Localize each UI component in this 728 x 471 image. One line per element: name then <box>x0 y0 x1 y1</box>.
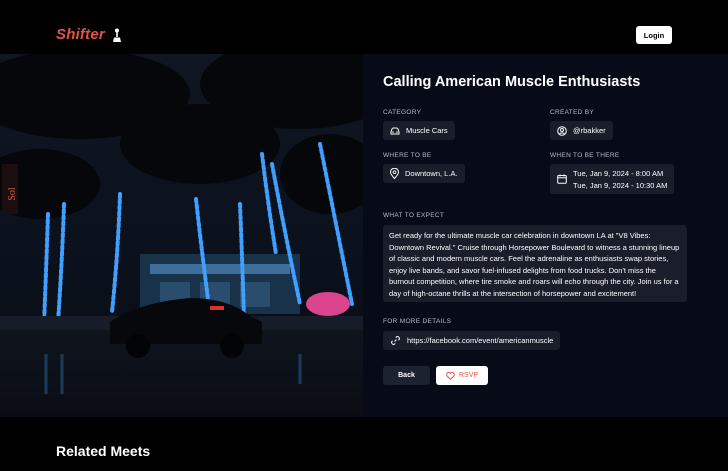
top-navbar: Shifter Login <box>0 0 728 54</box>
link-icon <box>391 336 400 345</box>
map-pin-icon <box>390 168 399 179</box>
back-button[interactable]: Back <box>383 366 430 385</box>
creator-chip[interactable]: @rbakker <box>550 121 613 140</box>
expect-label: WHAT TO EXPECT <box>383 212 445 219</box>
night-street-palm-trees-image: Sol <box>0 54 363 417</box>
login-button[interactable]: Login <box>636 26 672 44</box>
details-link-chip[interactable]: https://facebook.com/event/americanmuscl… <box>383 331 561 350</box>
event-title: Calling American Muscle Enthusiasts <box>383 74 641 90</box>
details-label: FOR MORE DETAILS <box>383 318 452 325</box>
heart-icon <box>446 371 455 380</box>
gear-shifter-icon <box>112 28 121 42</box>
created-by-label: CREATED BY <box>550 109 595 116</box>
category-value: Muscle Cars <box>406 126 448 135</box>
details-link[interactable]: https://facebook.com/event/americanmuscl… <box>407 336 553 345</box>
logo-text: Shifter <box>56 26 105 43</box>
user-circle-icon <box>557 125 567 136</box>
brand-logo[interactable]: Shifter <box>56 26 123 43</box>
car-icon <box>390 127 400 134</box>
creator-value: @rbakker <box>573 126 606 135</box>
when-label: WHEN TO BE THERE <box>550 152 620 159</box>
end-date: Tue, Jan 9, 2024 - 10:30 AM <box>573 180 668 190</box>
related-meets-heading: Related Meets <box>56 443 151 459</box>
event-hero-image: Sol <box>0 54 363 417</box>
calendar-icon <box>557 174 567 184</box>
date-range: Tue, Jan 9, 2024 - 8:00 AM Tue, Jan 9, 2… <box>573 169 667 190</box>
location-value: Downtown, L.A. <box>405 169 458 178</box>
start-date: Tue, Jan 9, 2024 - 8:00 AM <box>573 168 664 178</box>
event-details-panel: Calling American Muscle Enthusiasts CATE… <box>363 54 728 417</box>
event-description: Get ready for the ultimate muscle car ce… <box>383 225 687 302</box>
category-chip[interactable]: Muscle Cars <box>383 121 455 140</box>
category-label: CATEGORY <box>383 109 422 116</box>
location-chip[interactable]: Downtown, L.A. <box>383 164 465 183</box>
where-label: WHERE TO BE <box>383 152 432 159</box>
date-chip[interactable]: Tue, Jan 9, 2024 - 8:00 AM Tue, Jan 9, 2… <box>550 164 675 194</box>
sign-text: Sol <box>7 187 18 201</box>
rsvp-label: RSVP <box>458 372 479 379</box>
rsvp-button[interactable]: RSVP <box>436 366 488 385</box>
